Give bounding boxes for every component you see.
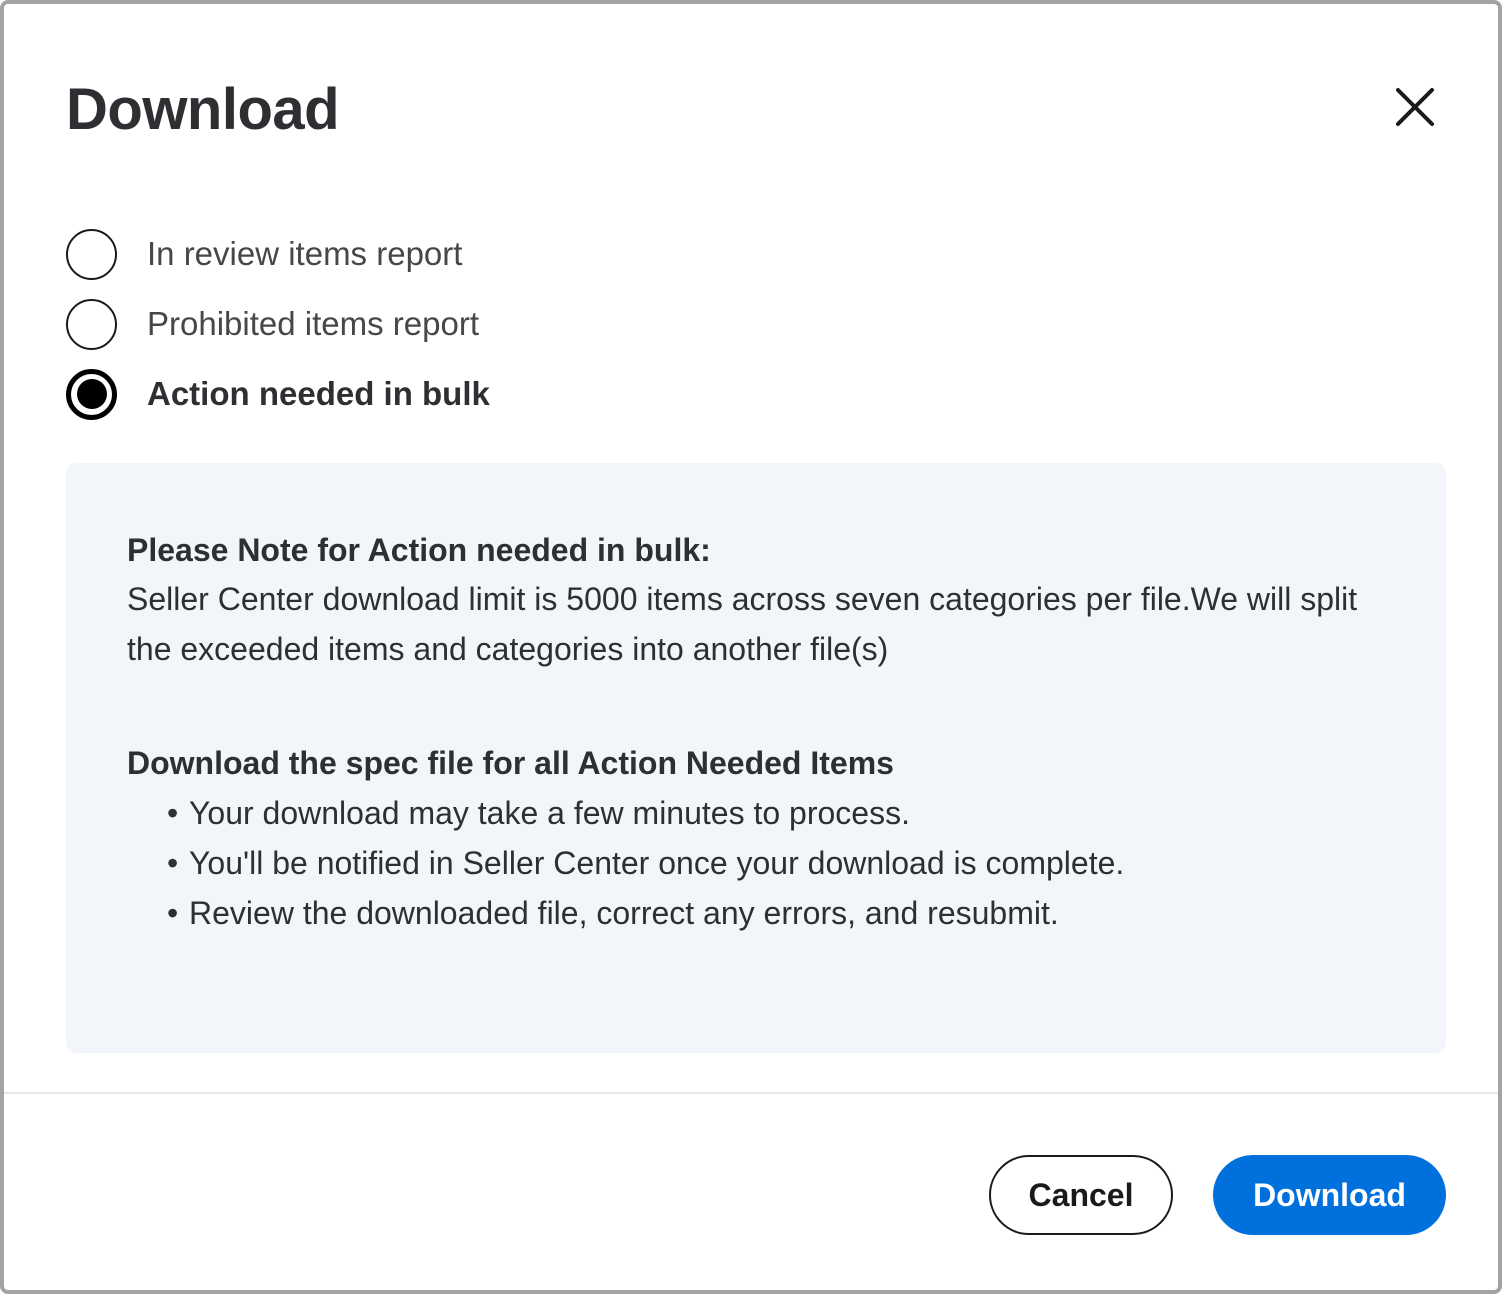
radio-button-action-needed[interactable] bbox=[66, 368, 117, 420]
list-item: • You'll be notified in Seller Center onc… bbox=[167, 838, 1386, 888]
list-item: • Your download may take a few minutes to… bbox=[167, 788, 1386, 838]
list-item: • Review the downloaded file, correct any… bbox=[167, 888, 1386, 938]
note-heading: Please Note for Action needed in bulk: bbox=[127, 532, 711, 568]
radio-button-prohibited[interactable] bbox=[66, 298, 117, 350]
bullet-text: Review the downloaded file, correct any … bbox=[189, 895, 1059, 931]
radio-option-in-review[interactable]: In review items report bbox=[66, 226, 490, 282]
footer-divider bbox=[4, 1092, 1498, 1094]
bullet-icon: • bbox=[167, 795, 179, 831]
dialog-title: Download bbox=[66, 77, 340, 142]
info-panel: Please Note for Action needed in bulk: S… bbox=[66, 463, 1446, 1053]
radio-label: Action needed in bulk bbox=[147, 375, 490, 412]
download-button[interactable]: Download bbox=[1213, 1155, 1446, 1235]
spec-bullet-list: • Your download may take a few minutes to… bbox=[127, 788, 1386, 938]
note-body: Seller Center download limit is 5000 ite… bbox=[127, 581, 1358, 667]
bullet-icon: • bbox=[167, 845, 179, 881]
radio-option-prohibited[interactable]: Prohibited items report bbox=[66, 296, 490, 352]
radio-label: In review items report bbox=[147, 235, 463, 272]
bullet-text: Your download may take a few minutes to … bbox=[189, 795, 910, 831]
cancel-button[interactable]: Cancel bbox=[989, 1155, 1173, 1235]
bullet-text: You'll be notified in Seller Center once… bbox=[189, 845, 1125, 881]
close-button[interactable] bbox=[1384, 76, 1446, 138]
radio-button-in-review[interactable] bbox=[66, 228, 117, 280]
close-icon bbox=[1396, 88, 1434, 126]
report-type-radio-group: In review items report Prohibited items … bbox=[66, 226, 490, 436]
radio-option-action-needed[interactable]: Action needed in bulk bbox=[66, 366, 490, 422]
spec-heading: Download the spec file for all Action Ne… bbox=[127, 745, 894, 781]
bullet-icon: • bbox=[167, 895, 179, 931]
radio-label: Prohibited items report bbox=[147, 305, 479, 342]
download-dialog: Download In review items report Prohibit… bbox=[0, 0, 1502, 1294]
